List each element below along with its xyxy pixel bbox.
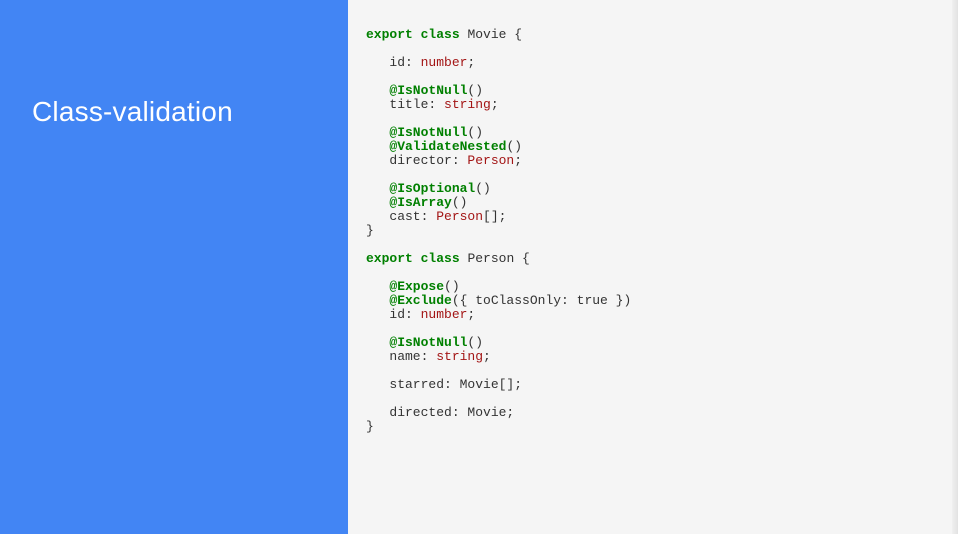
code-decorator: @Exclude: [366, 293, 452, 308]
code-decorator: @IsNotNull: [366, 83, 467, 98]
code-text: (): [444, 279, 460, 294]
scroll-shadow: [952, 0, 958, 534]
code-keyword: class: [421, 27, 460, 42]
code-text: ({ toClassOnly: true }): [452, 293, 631, 308]
code-text: name:: [366, 349, 436, 364]
code-decorator: @IsNotNull: [366, 335, 467, 350]
code-decorator: @IsOptional: [366, 181, 475, 196]
code-text: (): [452, 195, 468, 210]
code-text: ;: [483, 349, 491, 364]
code-text: }: [366, 223, 374, 238]
code-text: Movie {: [460, 27, 522, 42]
slide-title: Class-validation: [32, 96, 233, 128]
code-type: number: [421, 55, 468, 70]
code-text: title:: [366, 97, 444, 112]
code-text: [413, 27, 421, 42]
code-decorator: @ValidateNested: [366, 139, 506, 154]
code-text: [];: [483, 209, 506, 224]
content-area: export class Movie { id: number; @IsNotN…: [348, 0, 958, 534]
code-text: ;: [491, 97, 499, 112]
code-text: id:: [366, 307, 421, 322]
code-keyword: export: [366, 251, 413, 266]
code-text: directed: Movie;: [366, 405, 514, 420]
code-text: (): [467, 125, 483, 140]
code-type: Person: [436, 209, 483, 224]
code-text: cast:: [366, 209, 436, 224]
code-type: string: [436, 349, 483, 364]
code-text: ;: [514, 153, 522, 168]
code-text: (): [506, 139, 522, 154]
code-type: number: [421, 307, 468, 322]
code-text: (): [467, 83, 483, 98]
code-text: (): [475, 181, 491, 196]
code-keyword: export: [366, 27, 413, 42]
code-text: ;: [467, 55, 475, 70]
code-text: }: [366, 419, 374, 434]
code-text: director:: [366, 153, 467, 168]
code-decorator: @IsNotNull: [366, 125, 467, 140]
sidebar: Class-validation: [0, 0, 348, 534]
code-keyword: class: [421, 251, 460, 266]
code-text: ;: [467, 307, 475, 322]
code-text: (): [467, 335, 483, 350]
code-decorator: @IsArray: [366, 195, 452, 210]
code-block: export class Movie { id: number; @IsNotN…: [366, 28, 940, 434]
code-text: [413, 251, 421, 266]
code-text: starred: Movie[];: [366, 377, 522, 392]
code-decorator: @Expose: [366, 279, 444, 294]
code-text: id:: [366, 55, 421, 70]
code-type: string: [444, 97, 491, 112]
code-text: Person {: [460, 251, 530, 266]
code-type: Person: [467, 153, 514, 168]
